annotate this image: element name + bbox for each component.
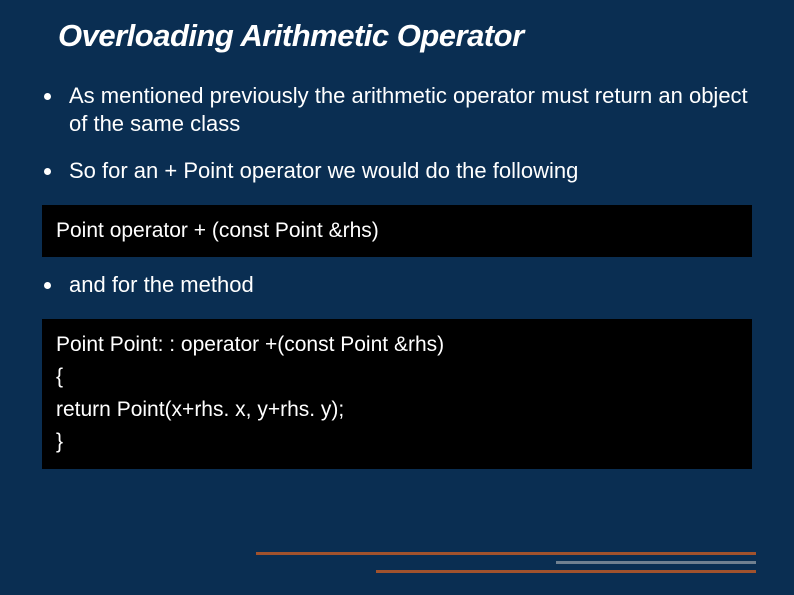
slide: Overloading Arithmetic Operator As menti… <box>0 0 794 595</box>
bullet-item: So for an + Point operator we would do t… <box>40 157 754 185</box>
code-line: Point Point: : operator +(const Point &r… <box>56 329 738 362</box>
slide-body: As mentioned previously the arithmetic o… <box>0 54 794 469</box>
bullet-text: So for an + Point operator we would do t… <box>69 157 578 185</box>
code-line: { <box>56 361 738 394</box>
code-block: Point Point: : operator +(const Point &r… <box>42 319 752 469</box>
bullet-item: and for the method <box>40 271 754 299</box>
code-block: Point operator + (const Point &rhs) <box>42 205 752 258</box>
footer-decoration <box>256 552 756 573</box>
footer-line-icon <box>556 561 756 564</box>
footer-line-icon <box>256 552 756 555</box>
code-line: } <box>56 426 738 459</box>
slide-title: Overloading Arithmetic Operator <box>0 0 794 54</box>
footer-line-icon <box>376 570 756 573</box>
bullet-text: As mentioned previously the arithmetic o… <box>69 82 754 137</box>
bullet-item: As mentioned previously the arithmetic o… <box>40 82 754 137</box>
bullet-dot-icon <box>44 168 51 175</box>
bullet-text: and for the method <box>69 271 254 299</box>
bullet-dot-icon <box>44 93 51 100</box>
code-line: return Point(x+rhs. x, y+rhs. y); <box>56 394 738 427</box>
code-line: Point operator + (const Point &rhs) <box>56 215 738 248</box>
bullet-dot-icon <box>44 282 51 289</box>
